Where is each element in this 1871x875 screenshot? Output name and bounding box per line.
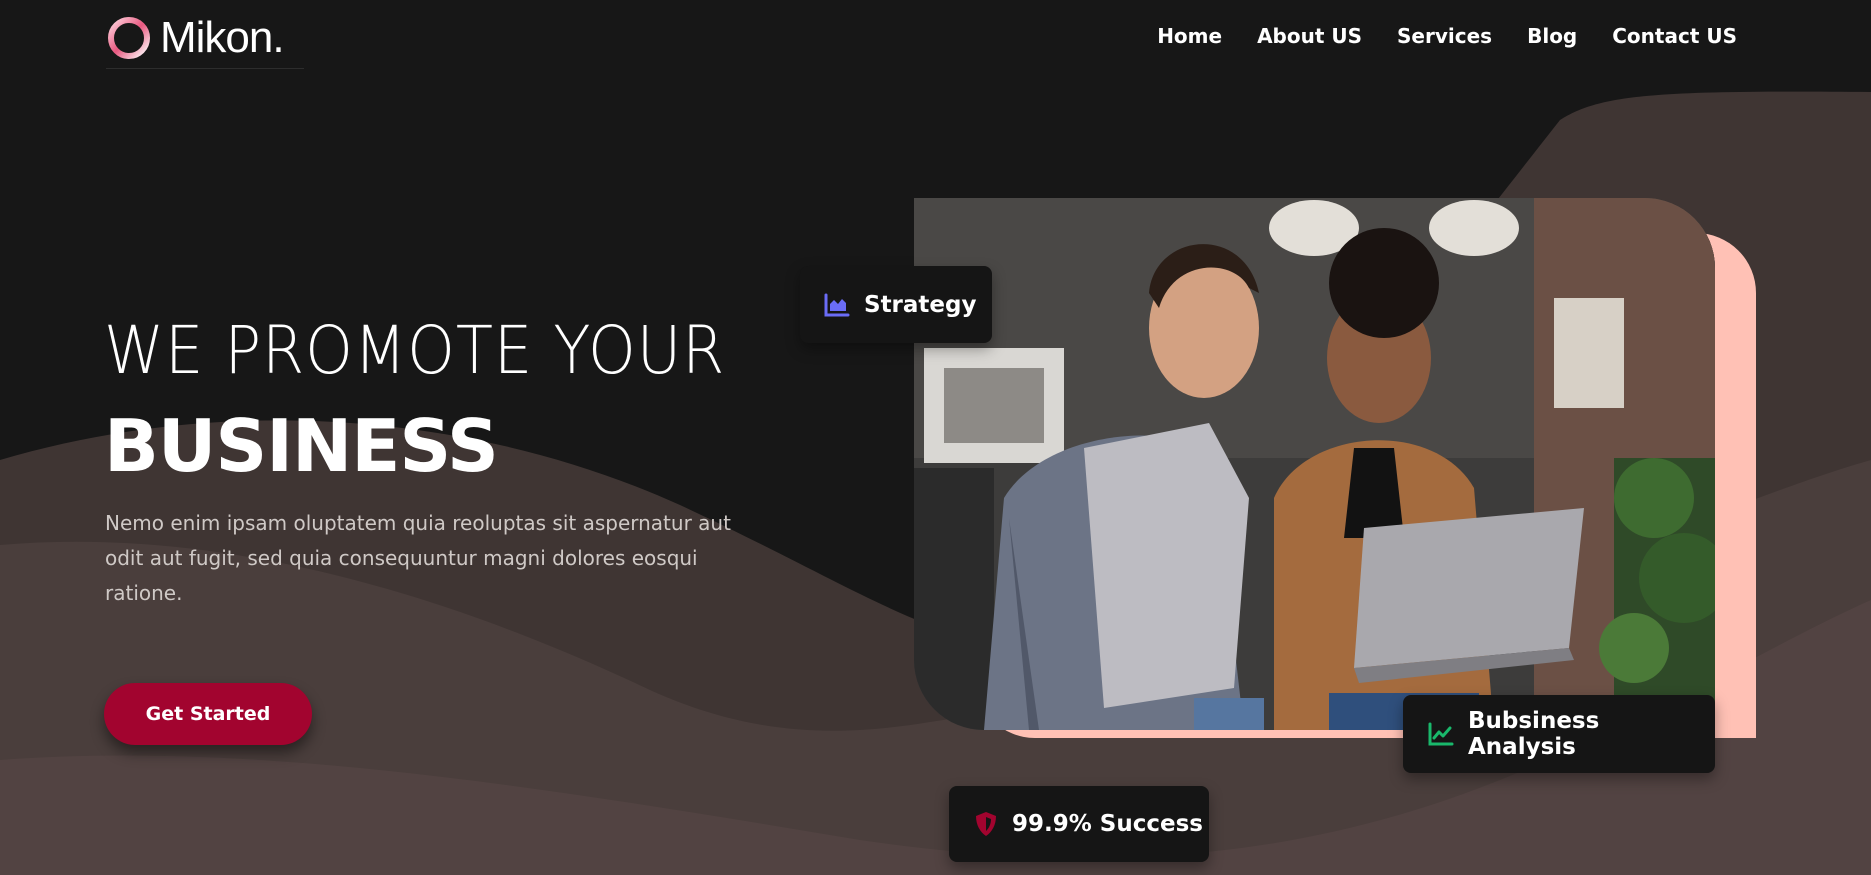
area-chart-icon — [824, 293, 850, 316]
nav-about-us[interactable]: About US — [1257, 24, 1362, 48]
nav-contact-us[interactable]: Contact US — [1612, 24, 1737, 48]
logo-ring-icon — [108, 17, 150, 59]
logo-divider — [106, 68, 304, 69]
success-badge-label: 99.9% Success — [1012, 811, 1203, 837]
success-badge: 99.9% Success — [949, 786, 1209, 862]
hero-photo-illustration — [914, 198, 1715, 730]
strategy-badge: Strategy — [800, 266, 992, 343]
line-chart-icon — [1428, 722, 1454, 746]
main-nav: Home About US Services Blog Contact US — [1157, 24, 1737, 48]
hero-description: Nemo enim ipsam oluptatem quia reoluptas… — [105, 511, 731, 605]
business-analysis-badge: Bubsiness Analysis — [1403, 695, 1715, 773]
hero-photo — [914, 198, 1715, 730]
strategy-badge-label: Strategy — [864, 291, 977, 318]
nav-blog[interactable]: Blog — [1527, 24, 1577, 48]
hero-title-line1: WE PROMOTE YOUR — [104, 312, 726, 389]
get-started-button[interactable]: Get Started — [104, 683, 312, 745]
hero-title-line2: BUSINESS — [104, 404, 499, 488]
business-analysis-badge-label: Bubsiness Analysis — [1468, 708, 1600, 760]
nav-services[interactable]: Services — [1397, 24, 1492, 48]
brand-logo[interactable]: Mikon. — [106, 8, 306, 68]
shield-icon — [976, 812, 996, 836]
brand-name: Mikon. — [160, 13, 285, 62]
site-header: Mikon. Home About US Services Blog Conta… — [0, 0, 1871, 72]
nav-home[interactable]: Home — [1157, 24, 1222, 48]
